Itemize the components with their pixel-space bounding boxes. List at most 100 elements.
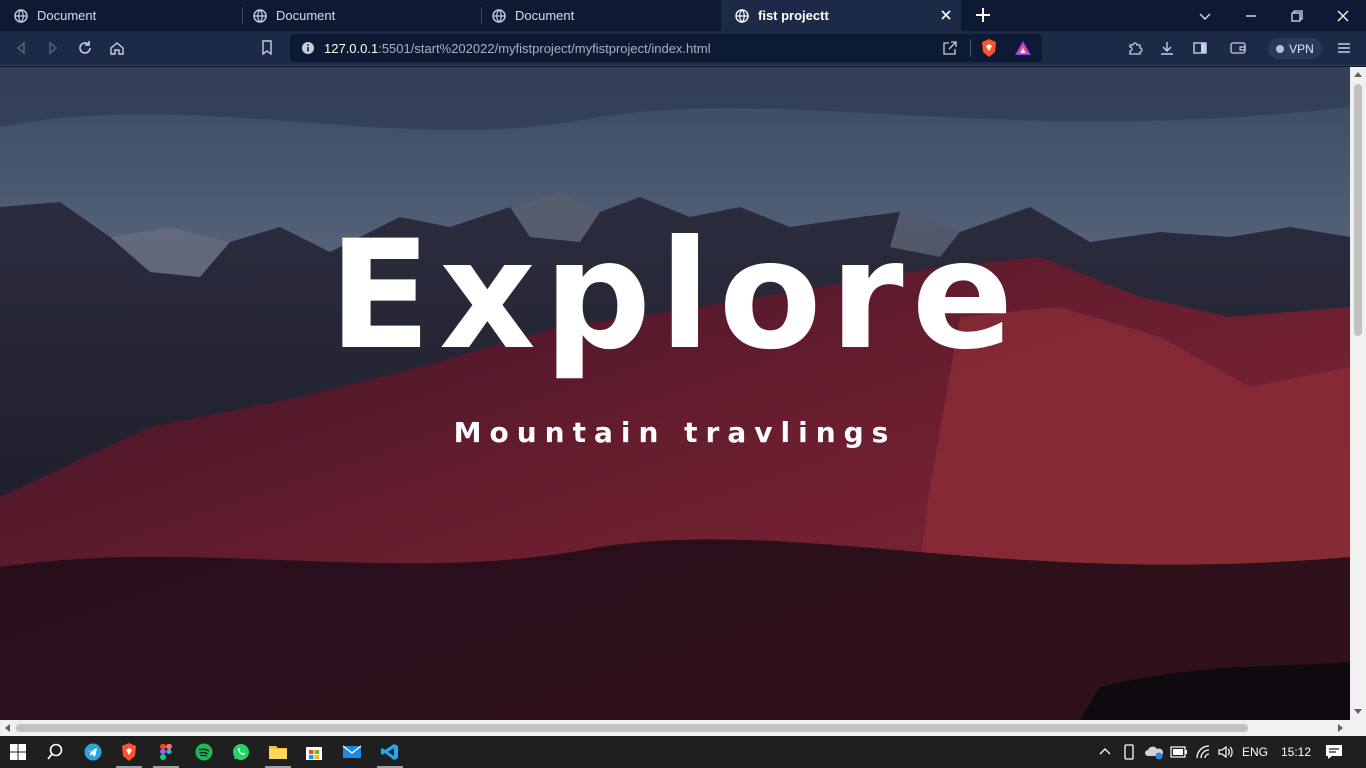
windows-taskbar: ENG 15:12 — [0, 736, 1366, 768]
file-explorer-icon — [269, 746, 287, 759]
tab-strip: Document Document Document fist projectt — [0, 0, 1366, 31]
scroll-right-arrow-icon[interactable] — [1338, 724, 1343, 732]
restore-button[interactable] — [1274, 0, 1320, 31]
taskbar-spotify[interactable] — [192, 740, 216, 764]
brave-rewards-icon[interactable] — [1014, 39, 1032, 57]
taskbar-vscode[interactable] — [378, 740, 402, 764]
back-arrow-icon — [16, 41, 25, 55]
url-host: 127.0.0.1 — [324, 41, 379, 56]
close-icon — [1337, 10, 1349, 21]
back-button[interactable] — [11, 38, 31, 58]
taskbar-brave[interactable] — [117, 740, 141, 764]
puzzle-icon — [1129, 42, 1143, 55]
figma-icon — [160, 744, 172, 760]
tab-title: fist projectt — [758, 8, 829, 23]
vpn-label: VPN — [1289, 41, 1314, 56]
forward-button[interactable] — [43, 38, 63, 58]
wallet-icon — [1230, 42, 1246, 54]
reload-button[interactable] — [75, 38, 95, 58]
taskbar-figma[interactable] — [154, 740, 178, 764]
hero-title: Explore — [328, 209, 1022, 383]
notifications-icon[interactable] — [1325, 744, 1343, 760]
chevron-down-icon — [1199, 13, 1211, 20]
sidebar-icon — [1193, 42, 1207, 54]
menu-button[interactable] — [1334, 38, 1354, 58]
minimize-icon — [1246, 14, 1256, 17]
vpn-button[interactable]: VPN — [1268, 38, 1322, 59]
hamburger-menu-icon — [1338, 43, 1350, 53]
download-icon — [1161, 42, 1173, 55]
bookmark-icon — [262, 40, 272, 56]
scroll-down-arrow-icon[interactable] — [1354, 709, 1362, 714]
url-text: 127.0.0.1:5501/start%202022/myfistprojec… — [324, 41, 711, 56]
minimize-button[interactable] — [1228, 0, 1274, 31]
url-divider — [970, 39, 971, 57]
tab-title: Document — [276, 8, 336, 23]
scroll-left-arrow-icon[interactable] — [5, 724, 10, 732]
volume-icon[interactable] — [1217, 744, 1233, 760]
taskbar-file-explorer[interactable] — [266, 740, 290, 764]
wallet-button[interactable] — [1228, 38, 1248, 58]
tab-title: Document — [515, 8, 575, 23]
tab-document-3[interactable]: Document — [478, 0, 720, 31]
share-icon[interactable] — [942, 40, 958, 56]
scroll-up-arrow-icon[interactable] — [1354, 72, 1362, 77]
tray-chevron-up-icon[interactable] — [1099, 746, 1111, 758]
globe-icon — [253, 8, 267, 23]
globe-icon — [735, 8, 749, 23]
home-icon — [110, 42, 124, 55]
sidebar-button[interactable] — [1190, 38, 1210, 58]
tab-title: Document — [37, 8, 97, 23]
tab-search-dropdown-button[interactable] — [1182, 0, 1228, 31]
tab-document-2[interactable]: Document — [239, 0, 481, 31]
forward-arrow-icon — [49, 41, 58, 55]
taskbar-mail[interactable] — [340, 740, 364, 764]
onedrive-icon[interactable] — [1144, 744, 1164, 760]
reload-icon — [79, 41, 91, 54]
new-tab-icon[interactable] — [974, 6, 992, 24]
address-bar[interactable]: 127.0.0.1:5501/start%202022/myfistprojec… — [290, 34, 1042, 62]
restore-icon — [1291, 9, 1303, 22]
brave-shields-icon[interactable] — [980, 38, 998, 58]
hero-subtitle: Mountain travlings — [453, 416, 897, 449]
brave-icon — [122, 743, 136, 761]
close-tab-icon[interactable] — [939, 8, 953, 22]
horizontal-scrollbar[interactable] — [0, 720, 1366, 736]
vertical-scrollbar[interactable] — [1350, 67, 1366, 720]
home-button[interactable] — [107, 38, 127, 58]
downloads-button[interactable] — [1157, 38, 1177, 58]
globe-icon — [492, 8, 506, 23]
url-path: :5501/start%202022/myfistproject/myfistp… — [378, 41, 711, 56]
vertical-scroll-thumb[interactable] — [1354, 84, 1362, 336]
close-window-button[interactable] — [1320, 0, 1366, 31]
system-clock[interactable]: 15:12 — [1281, 745, 1311, 759]
taskbar-microsoft-store[interactable] — [302, 740, 326, 764]
microsoft-store-icon — [306, 747, 322, 760]
vscode-icon — [381, 744, 398, 760]
page-viewport: Explore Mountain travlings — [0, 67, 1350, 720]
windows-logo-icon — [10, 744, 26, 760]
taskbar-whatsapp[interactable] — [229, 740, 253, 764]
tab-document-1[interactable]: Document — [0, 0, 242, 31]
horizontal-scroll-thumb[interactable] — [16, 724, 1248, 732]
spotify-icon — [195, 743, 213, 761]
battery-icon[interactable] — [1170, 746, 1188, 758]
search-icon — [47, 743, 63, 760]
taskbar-telegram[interactable] — [81, 740, 105, 764]
extensions-button[interactable] — [1125, 38, 1145, 58]
device-icon[interactable] — [1122, 744, 1136, 760]
site-info-icon[interactable] — [301, 41, 315, 55]
telegram-icon — [84, 743, 102, 761]
wifi-icon[interactable] — [1195, 744, 1211, 760]
tab-fist-projectt[interactable]: fist projectt — [721, 0, 961, 31]
taskbar-search-button[interactable] — [43, 740, 67, 764]
input-language-indicator[interactable]: ENG — [1242, 745, 1268, 759]
bookmark-button[interactable] — [257, 38, 277, 58]
start-button[interactable] — [6, 740, 30, 764]
mountain-background-image — [0, 67, 1350, 720]
globe-icon — [14, 8, 28, 23]
mail-icon — [342, 745, 362, 758]
whatsapp-icon — [233, 744, 249, 760]
browser-toolbar: 127.0.0.1:5501/start%202022/myfistprojec… — [0, 31, 1366, 66]
vpn-status-dot — [1276, 44, 1285, 53]
